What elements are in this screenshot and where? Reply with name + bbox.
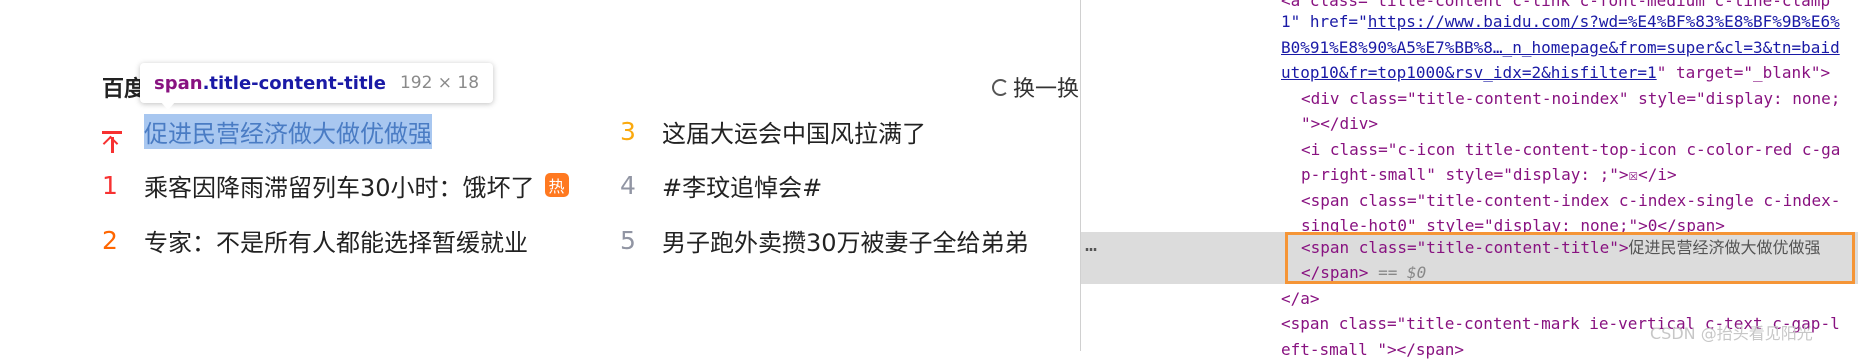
hot-item-index: 4	[620, 170, 636, 200]
tooltip-size: 192 × 18	[399, 73, 480, 93]
href-link[interactable]: https://www.baidu.com/s?wd=%E4%BF%83%E8%…	[1368, 12, 1840, 31]
dom-line[interactable]: eft-small "></span>	[1281, 337, 1464, 363]
hot-item-3[interactable]: 3 这届大运会中国风拉满了	[620, 114, 926, 148]
hot-badge: 热	[544, 173, 569, 197]
selected-node-outline	[1285, 232, 1855, 284]
refresh-icon	[992, 78, 1009, 96]
hot-item-index: 5	[620, 225, 636, 255]
hot-item-title[interactable]: 乘客因降雨滞留列车30小时：饿坏了	[144, 168, 535, 203]
inspector-tooltip: span.title-content-title 192 × 18	[140, 63, 494, 103]
dom-line[interactable]: 1" href="https://www.baidu.com/s?wd=%E4%…	[1281, 9, 1840, 35]
dom-line[interactable]: <i class="c-icon title-content-top-icon …	[1301, 137, 1840, 163]
tooltip-arrow	[160, 101, 176, 110]
hot-item-title[interactable]: 男子跑外卖攒30万被妻子全给弟弟	[662, 223, 1029, 258]
dom-line[interactable]: p-right-small" style="display: ;">☒</i>	[1301, 162, 1677, 188]
hot-item-index: 2	[102, 225, 118, 255]
refresh-label: 换一换	[1013, 77, 1080, 102]
dom-line[interactable]: utop10&fr=top1000&rsv_idx=2&hisfilter=1"…	[1281, 60, 1830, 86]
hot-item-index: 3	[620, 116, 636, 146]
dom-line[interactable]: <div class="title-content-noindex" style…	[1301, 86, 1840, 112]
hot-item-4[interactable]: 4 #李玟追悼会#	[620, 168, 822, 202]
href-link[interactable]: B0%91%E8%90%A5%E7%BB%8…_n_homepage&from=…	[1281, 38, 1840, 57]
hot-item-1[interactable]: 1 乘客因降雨滞留列车30小时：饿坏了 热	[102, 168, 569, 202]
hot-item-index: 1	[102, 170, 118, 200]
hot-item-title[interactable]: #李玟追悼会#	[662, 168, 822, 203]
refresh-button[interactable]: 换一换	[992, 71, 1079, 103]
devtools-elements-panel: … <a class="title-content c-link c-font-…	[1080, 0, 1858, 359]
watermark: CSDN @抬头看见阳光	[1650, 324, 1813, 343]
dom-line[interactable]: "></div>	[1301, 111, 1378, 137]
hot-search-panel: 百度 换一换 促进民营经济做大做优做强 1 乘客因降雨滞留列车30小时：饿坏了 …	[0, 0, 1080, 351]
tooltip-selector: span.title-content-title	[154, 72, 386, 94]
href-link[interactable]: utop10&fr=top1000&rsv_idx=2&hisfilter=1	[1281, 63, 1657, 82]
dom-line[interactable]: B0%91%E8%90%A5%E7%BB%8…_n_homepage&from=…	[1281, 35, 1840, 61]
node-actions-icon[interactable]: …	[1085, 232, 1097, 258]
hot-item-title[interactable]: 这届大运会中国风拉满了	[662, 114, 926, 149]
hot-item-5[interactable]: 5 男子跑外卖攒30万被妻子全给弟弟	[620, 223, 1029, 257]
hot-item-2[interactable]: 2 专家：不是所有人都能选择暂缓就业	[102, 223, 528, 257]
hot-item-title[interactable]: 促进民营经济做大做优做强	[144, 113, 432, 149]
hot-item-pinned[interactable]: 促进民营经济做大做优做强	[102, 113, 432, 153]
hot-item-title[interactable]: 专家：不是所有人都能选择暂缓就业	[144, 223, 528, 258]
dom-line[interactable]: </a>	[1281, 286, 1320, 312]
dom-line[interactable]: <span class="title-content-index c-index…	[1301, 188, 1840, 214]
